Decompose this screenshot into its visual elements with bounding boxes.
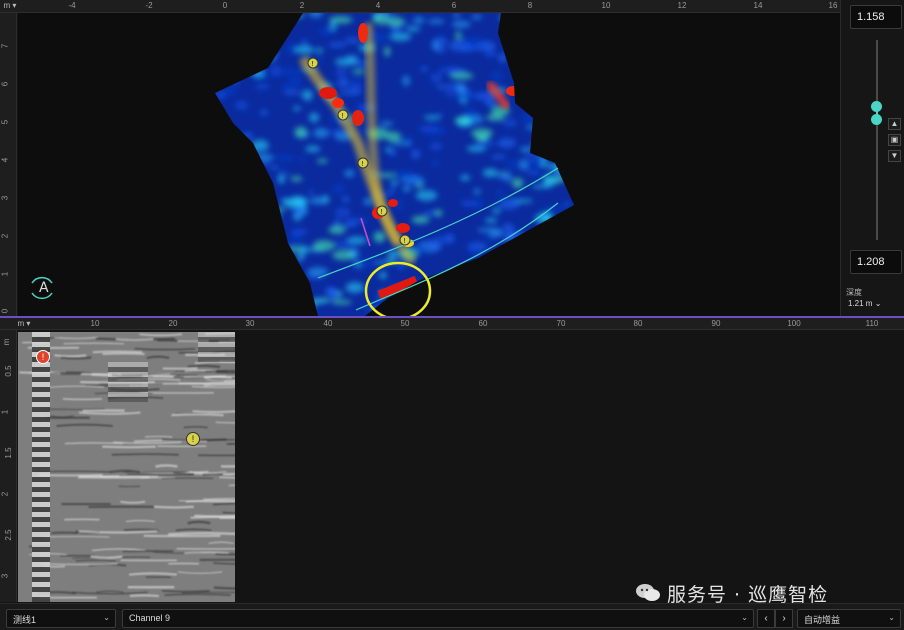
survey-line-select[interactable]: 测线1 ⌄ [6, 609, 116, 628]
ruler-tick: 16 [828, 1, 838, 10]
ruler-tick: 2 [0, 233, 10, 239]
depth-bottom-field[interactable]: 1.208 [850, 250, 902, 274]
chevron-down-icon[interactable]: ▼ [888, 150, 901, 162]
lock-icon[interactable]: ▣ [888, 134, 901, 146]
ruler-tick: 4 [375, 1, 381, 10]
ruler-tick: 100 [787, 319, 801, 328]
channel-select[interactable]: Channel 9 ⌄ [122, 609, 754, 628]
chevron-left-icon[interactable]: ‹ [757, 609, 775, 628]
ruler-tick: 8 [527, 1, 533, 10]
bottom-ruler: m ▾ 10 20 30 40 50 60 70 80 90 100 110 [0, 318, 904, 330]
depth-current-selector[interactable]: 1.21 m ⌄ [848, 299, 881, 308]
chevron-up-icon[interactable]: ▲ [888, 118, 901, 130]
svg-text:!: ! [341, 112, 344, 120]
ruler-tick: 80 [633, 319, 643, 328]
ruler-tick: -2 [145, 1, 153, 10]
ruler-tick: 6 [0, 81, 10, 87]
svg-text:!: ! [403, 237, 406, 245]
radargram-image: ! ! [18, 332, 235, 602]
ruler-tick: 4 [0, 157, 10, 163]
depth-control-panel: 1.158 ▲ ▣ ▼ 1.208 深度 1.21 m ⌄ [840, 0, 904, 316]
ruler-tick: 3 [0, 573, 10, 579]
marker-icon-yellow[interactable]: ! [186, 432, 200, 446]
ruler-tick: 40 [323, 319, 333, 328]
svg-text:!: ! [361, 160, 364, 168]
ruler-tick: 1.5 [4, 447, 14, 459]
ruler-tick: 50 [400, 319, 410, 328]
ruler-tick: 5 [0, 119, 10, 125]
gain-select[interactable]: 自动增益 ⌄ [797, 609, 901, 628]
ruler-tick: 110 [865, 319, 879, 328]
ruler-tick: 10 [90, 319, 100, 328]
ruler-tick: 70 [556, 319, 566, 328]
ruler-tick: 0 [222, 1, 228, 10]
svg-text:!: ! [380, 208, 383, 216]
gpr-profile-view[interactable]: ! ! [18, 330, 904, 602]
ruler-tick: 6 [451, 1, 457, 10]
unit-selector[interactable]: m ▾ [4, 1, 17, 10]
svg-text:!: ! [311, 60, 314, 68]
marker-icon[interactable]: ! [337, 109, 349, 121]
marker-icon[interactable]: ! [307, 57, 319, 69]
ruler-tick: 10 [601, 1, 611, 10]
depth-slider-knob-top[interactable] [871, 101, 882, 112]
chevron-down-icon: ⌄ [888, 613, 895, 622]
depth-label: 深度 [846, 288, 862, 297]
depth-slider-knob-bottom[interactable] [871, 114, 882, 125]
left-ruler: 7 6 5 4 3 2 1 0 [0, 13, 17, 316]
unit-selector[interactable]: m ▾ [18, 319, 31, 328]
depth-slice-heatmap: ! ! ! ! ! [31, 13, 574, 316]
marker-icon[interactable]: ! [376, 205, 388, 217]
ruler-tick: 1 [0, 271, 10, 277]
chevron-down-icon: ⌄ [103, 613, 110, 622]
bottom-left-ruler: m 0.5 1 1.5 2 2.5 3 [0, 330, 17, 602]
ruler-tick: 0.5 [4, 365, 14, 377]
top-ruler: m ▾ -4 -2 0 2 4 6 8 10 12 14 16 [0, 0, 840, 13]
ruler-tick: 90 [711, 319, 721, 328]
marker-icon[interactable]: ! [399, 234, 411, 246]
marker-icon[interactable]: ! [357, 157, 369, 169]
ruler-tick: 20 [168, 319, 178, 328]
bottom-toolbar: 测线1 ⌄ Channel 9 ⌄ ‹ › 自动增益 ⌄ [0, 603, 904, 630]
ruler-tick: 14 [753, 1, 763, 10]
ruler-tick: 60 [478, 319, 488, 328]
ruler-tick: 0 [0, 308, 10, 314]
gpr-depth-slice-map[interactable]: ! ! ! ! ! A [18, 13, 840, 316]
ruler-tick: -4 [68, 1, 76, 10]
depth-top-field[interactable]: 1.158 [850, 5, 902, 29]
ruler-tick: 2.5 [4, 529, 14, 541]
unit-label: m [1, 338, 11, 346]
chevron-down-icon: ⌄ [741, 613, 748, 622]
north-marker: A [39, 280, 49, 296]
ruler-tick: 1 [0, 409, 10, 415]
ruler-tick: 7 [0, 43, 10, 49]
ruler-tick: 2 [299, 1, 305, 10]
depth-slider-track[interactable] [876, 40, 878, 240]
ruler-tick: 30 [245, 319, 255, 328]
ruler-tick: 3 [0, 195, 10, 201]
ruler-tick: 2 [0, 491, 10, 497]
chevron-right-icon[interactable]: › [775, 609, 793, 628]
ruler-tick: 12 [677, 1, 687, 10]
marker-icon-red[interactable]: ! [36, 350, 50, 364]
